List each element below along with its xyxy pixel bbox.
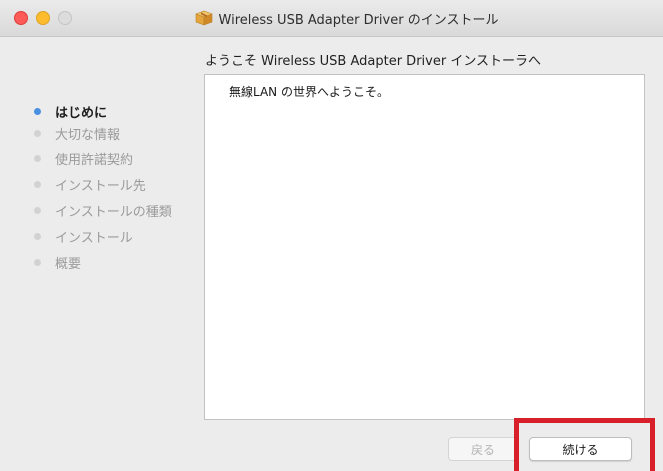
step-label: 大切な情報 (55, 127, 121, 143)
title-bar[interactable]: Wireless USB Adapter Driver のインストール (0, 0, 663, 37)
step-dot-icon (34, 180, 41, 188)
back-button[interactable]: 戻る (448, 437, 518, 461)
step-dot-icon (34, 232, 41, 240)
step-summary: 概要 (34, 252, 81, 272)
step-label: インストール先 (55, 178, 146, 194)
installer-steps-sidebar: はじめに 大切な情報 使用許諾契約 インストール先 インストールの種類 インスト… (0, 37, 200, 437)
step-introduction: はじめに (34, 101, 107, 121)
step-installation: インストール (34, 226, 133, 246)
step-active-dot-icon (34, 107, 41, 115)
step-installation-type: インストールの種類 (34, 200, 172, 220)
installer-window: Wireless USB Adapter Driver のインストール はじめに… (0, 0, 663, 471)
step-label: インストールの種類 (55, 204, 172, 220)
step-dot-icon (34, 258, 41, 266)
step-dot-icon (34, 129, 41, 137)
step-dot-icon (34, 206, 41, 214)
page-heading: ようこそ Wireless USB Adapter Driver インストーラへ (205, 54, 542, 69)
window-title-group: Wireless USB Adapter Driver のインストール (0, 0, 663, 36)
welcome-text: 無線LAN の世界へようこそ。 (229, 85, 389, 99)
step-label: 概要 (55, 256, 82, 272)
highlight-annotation-box (514, 418, 655, 471)
step-license: 使用許諾契約 (34, 148, 133, 168)
step-read-me: 大切な情報 (34, 123, 120, 143)
step-label: はじめに (55, 105, 108, 121)
window-title: Wireless USB Adapter Driver のインストール (218, 12, 499, 28)
content-pane[interactable]: 無線LAN の世界へようこそ。 (204, 74, 645, 420)
step-dot-icon (34, 154, 41, 162)
package-icon (194, 10, 213, 26)
step-label: 使用許諾契約 (55, 152, 134, 168)
step-label: インストール (55, 230, 133, 246)
step-destination: インストール先 (34, 174, 146, 194)
